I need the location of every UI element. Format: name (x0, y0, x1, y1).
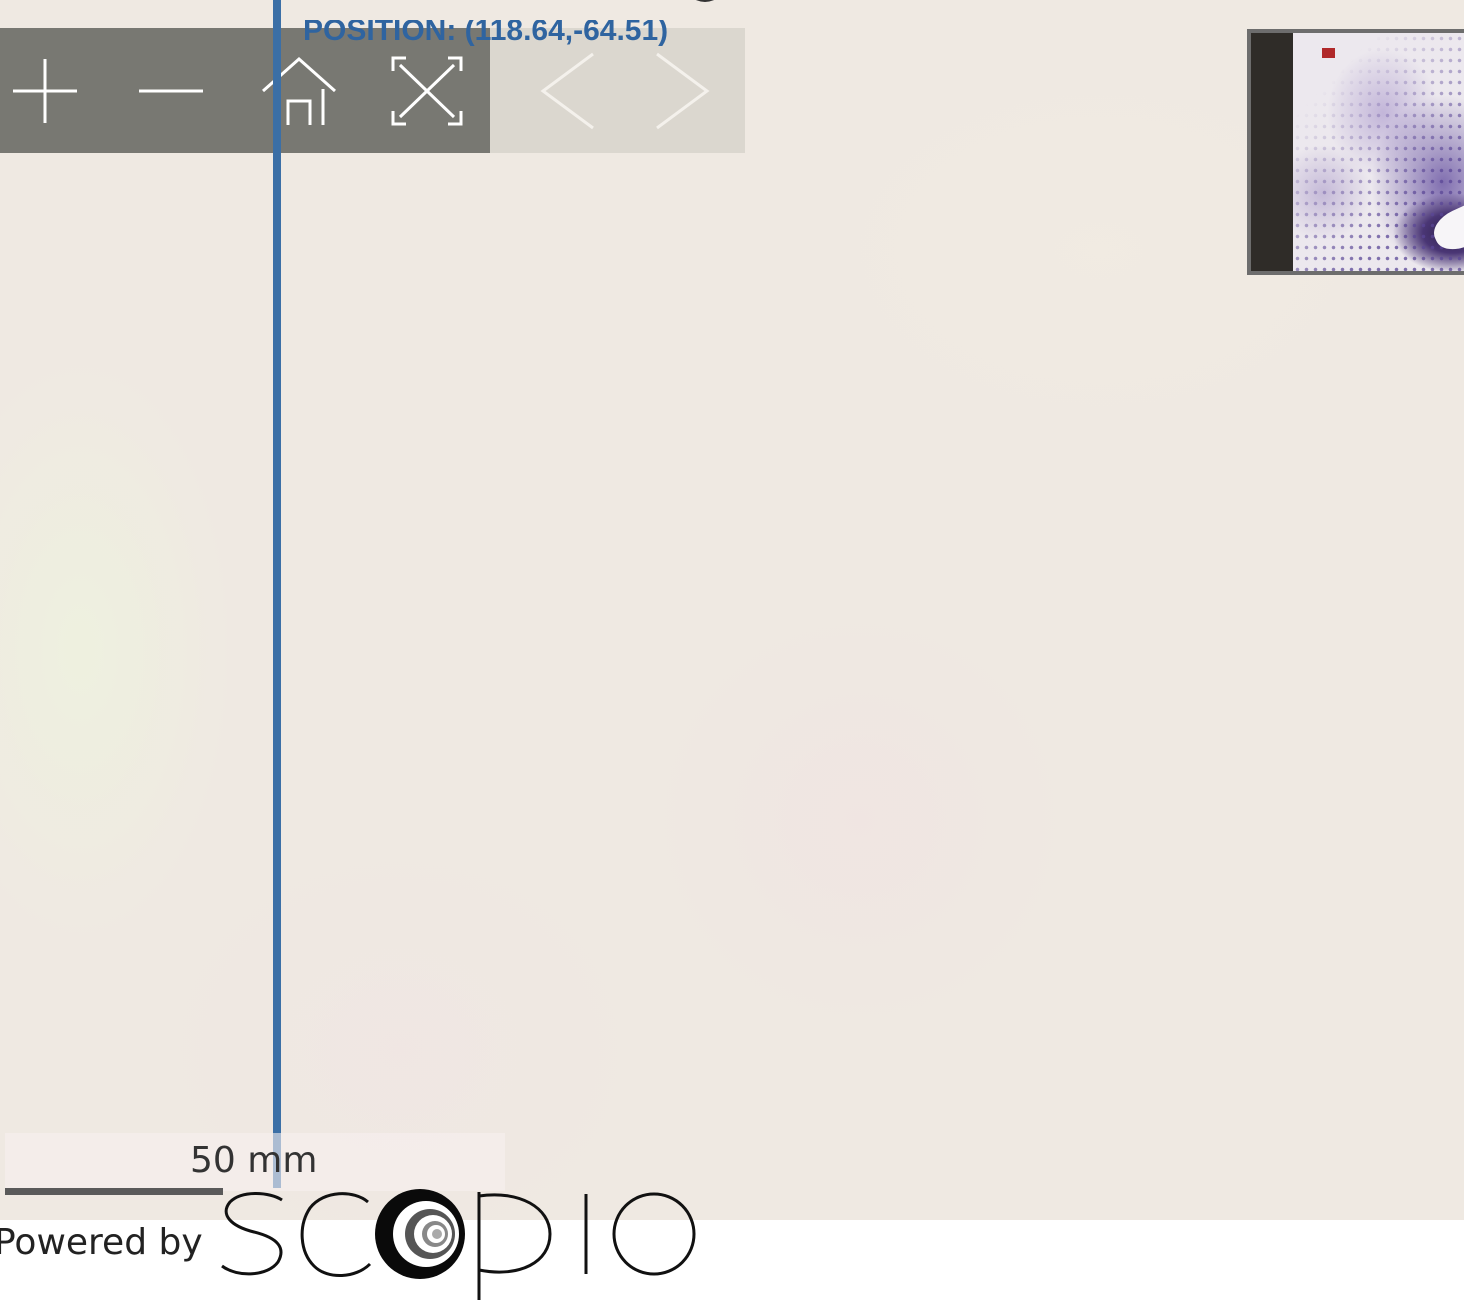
home-icon (262, 56, 336, 125)
navigator-thumbnail (1293, 33, 1464, 271)
plus-icon (13, 58, 77, 123)
navigator-viewport-indicator[interactable] (1322, 48, 1335, 58)
scopio-logo[interactable] (220, 1186, 700, 1301)
zoom-out-button[interactable] (116, 28, 226, 153)
navigator-minimap[interactable] (1247, 29, 1464, 275)
chevron-right-icon (656, 52, 710, 129)
slide-viewer[interactable]: POSITION: (118.64,-64.51) (0, 0, 1464, 1220)
powered-by-label: Powered by (0, 1222, 203, 1263)
scale-bar (5, 1188, 223, 1195)
position-crosshair-line (273, 0, 281, 1188)
position-readout: POSITION: (118.64,-64.51) (303, 14, 669, 47)
chevron-left-icon (540, 52, 594, 129)
title-fragment (672, 0, 732, 6)
scale-bar-label: 50 mm (190, 1140, 318, 1181)
fullscreen-icon (391, 56, 463, 125)
minus-icon (139, 89, 203, 92)
zoom-in-button[interactable] (0, 28, 100, 153)
